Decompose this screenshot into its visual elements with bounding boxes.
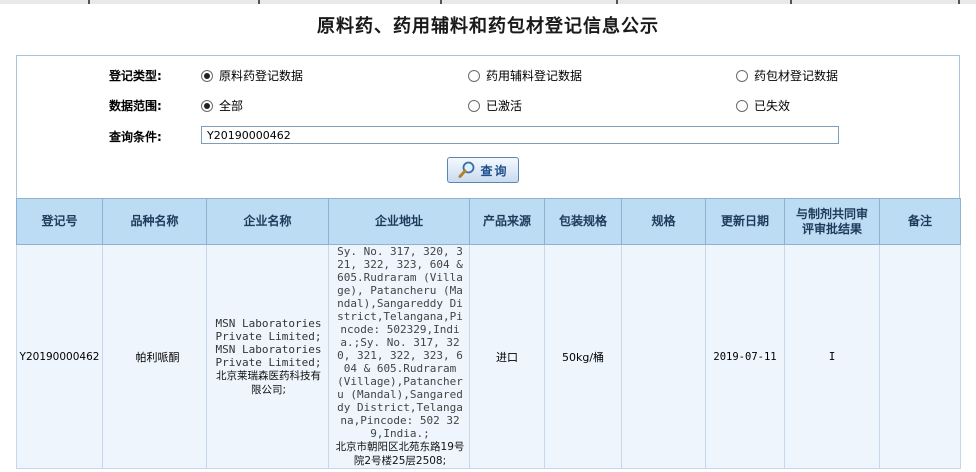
header-company-address: 企业地址	[328, 198, 470, 245]
cell-company-name: MSN Laboratories Private Limited;MSN Lab…	[206, 244, 329, 469]
radio-range-active-label: 已激活	[486, 99, 523, 113]
magnifier-icon	[458, 161, 475, 178]
search-form: 登记类型: 原料药登记数据 药用辅料登记数据 药包材登记数据 数据范围: 全部 …	[16, 55, 960, 198]
radio-unchecked-icon	[468, 99, 480, 112]
results-table: 登记号 品种名称 企业名称 企业地址 产品来源 包装规格 规格 更新日期 与制剂…	[16, 198, 961, 469]
cell-reg-no: Y20190000462	[16, 244, 103, 469]
top-strip	[0, 0, 976, 4]
page-title: 原料药、药用辅料和药包材登记信息公示	[317, 16, 659, 37]
table-header-row: 登记号 品种名称 企业名称 企业地址 产品来源 包装规格 规格 更新日期 与制剂…	[16, 198, 961, 245]
radio-range-all[interactable]: 全部	[201, 97, 243, 114]
radio-range-all-label: 全部	[219, 99, 244, 113]
cell-product-name: 帕利哌酮	[102, 244, 207, 469]
header-package: 包装规格	[544, 198, 622, 245]
cell-update-date: 2019-07-11	[705, 244, 785, 469]
radio-checked-icon	[201, 99, 213, 112]
header-update-date: 更新日期	[705, 198, 785, 245]
radio-unchecked-icon	[736, 99, 748, 112]
company-address-en: Sy. No. 317, 320, 321, 322, 323, 604 & 6…	[337, 245, 463, 440]
registration-type-label: 登记类型:	[109, 69, 162, 83]
header-product-name: 品种名称	[102, 198, 207, 245]
company-name-cn: 北京莱瑞森医药科技有限公司;	[216, 369, 321, 396]
radio-api-data-label: 原料药登记数据	[219, 69, 304, 83]
radio-excipient-data[interactable]: 药用辅料登记数据	[468, 67, 582, 84]
radio-unchecked-icon	[468, 69, 480, 82]
company-name-en: MSN Laboratories Private Limited;MSN Lab…	[215, 316, 322, 369]
cell-spec	[621, 244, 706, 469]
data-range-label: 数据范围:	[109, 99, 162, 113]
radio-range-active[interactable]: 已激活	[468, 97, 522, 114]
cell-review-result: I	[784, 244, 880, 469]
radio-unchecked-icon	[736, 69, 748, 82]
radio-excipient-data-label: 药用辅料登记数据	[486, 69, 583, 83]
search-button-label: 查询	[480, 163, 509, 178]
cell-company-address: Sy. No. 317, 320, 321, 322, 323, 604 & 6…	[328, 244, 470, 469]
table-row: Y20190000462 帕利哌酮 MSN Laboratories Priva…	[16, 244, 961, 469]
header-review-result: 与制剂共同审评审批结果	[784, 198, 880, 245]
header-company-name: 企业名称	[206, 198, 329, 245]
cell-source: 进口	[469, 244, 545, 469]
radio-api-data[interactable]: 原料药登记数据	[201, 67, 303, 84]
radio-range-expired[interactable]: 已失效	[736, 97, 790, 114]
radio-packaging-data-label: 药包材登记数据	[754, 69, 839, 83]
radio-checked-icon	[201, 69, 213, 82]
cell-remark	[879, 244, 961, 469]
query-label: 查询条件:	[109, 130, 162, 144]
search-button[interactable]: 查询	[447, 157, 519, 183]
header-reg-no: 登记号	[16, 198, 103, 245]
radio-range-expired-label: 已失效	[754, 99, 791, 113]
cell-package: 50kg/桶	[544, 244, 622, 469]
query-input[interactable]	[201, 126, 839, 144]
company-address-cn: 北京市朝阳区北苑东路19号院2号楼25层2508;	[335, 441, 465, 467]
header-source: 产品来源	[469, 198, 545, 245]
radio-packaging-data[interactable]: 药包材登记数据	[736, 67, 838, 84]
header-spec: 规格	[621, 198, 706, 245]
header-remark: 备注	[879, 198, 961, 245]
